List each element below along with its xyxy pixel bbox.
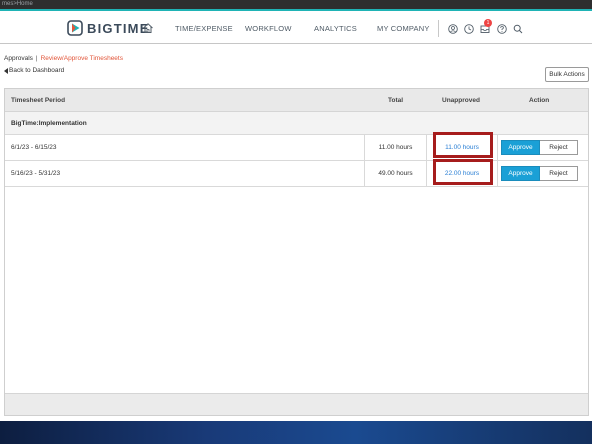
bigtime-logo[interactable]: BIGTIME (67, 20, 150, 36)
column-header-unapproved: Unapproved (442, 97, 480, 104)
nav-time-expense[interactable]: TIME/EXPENSE (175, 24, 233, 33)
table-row: 6/1/23 - 6/15/23 11.00 hours 11.00 hours… (5, 135, 588, 161)
bulk-actions-button[interactable]: Bulk Actions (545, 67, 589, 82)
nav-analytics[interactable]: ANALYTICS (314, 24, 357, 33)
table-footer (5, 393, 588, 415)
total-cell: 49.00 hours (364, 161, 426, 186)
breadcrumb-separator: | (35, 55, 38, 62)
period-cell: 6/1/23 - 6/15/23 (11, 144, 57, 151)
window-title: mes>Home (2, 1, 33, 7)
column-header-period: Timesheet Period (11, 97, 66, 104)
project-group-row: BigTime:Implementation (5, 112, 588, 135)
home-icon[interactable] (142, 22, 154, 34)
column-header-action: Action (529, 97, 550, 104)
reject-button[interactable]: Reject (540, 140, 578, 155)
back-to-dashboard-link[interactable]: Back to Dashboard (4, 67, 64, 74)
breadcrumb: Approvals | Review/Approve Timesheets (4, 55, 123, 62)
table-header: Timesheet Period Total Unapproved Action (5, 89, 588, 112)
user-icon[interactable] (448, 24, 458, 34)
period-cell: 5/16/23 - 5/31/23 (11, 170, 61, 177)
back-arrow-icon (4, 67, 8, 74)
nav-my-company[interactable]: MY COMPANY (377, 24, 430, 33)
total-cell: 11.00 hours (364, 135, 426, 160)
clock-icon[interactable] (464, 24, 474, 34)
unapproved-hours-link[interactable]: 22.00 hours (445, 170, 479, 177)
help-icon[interactable] (497, 24, 507, 34)
browser-top-strip: mes>Home (0, 0, 592, 9)
row-actions: Approve Reject (501, 140, 578, 155)
row-actions: Approve Reject (501, 166, 578, 181)
search-icon[interactable] (513, 24, 523, 34)
unapproved-cell: 22.00 hours (426, 161, 498, 186)
app-header: BIGTIME TIME/EXPENSE WORKFLOW ANALYTICS … (0, 11, 592, 44)
header-divider (438, 20, 439, 37)
unapproved-hours-link[interactable]: 11.00 hours (445, 144, 479, 151)
breadcrumb-approvals[interactable]: Approvals (4, 55, 33, 62)
background-band (0, 421, 592, 444)
approve-button[interactable]: Approve (501, 166, 540, 181)
approve-button[interactable]: Approve (501, 140, 540, 155)
back-link-label: Back to Dashboard (9, 67, 65, 74)
column-header-total: Total (388, 97, 404, 104)
reject-button[interactable]: Reject (540, 166, 578, 181)
notification-badge: 1 (484, 19, 492, 27)
bigtime-logo-icon (67, 20, 83, 36)
unapproved-cell: 11.00 hours (426, 135, 498, 160)
timesheet-table: Timesheet Period Total Unapproved Action… (4, 88, 589, 416)
project-group-label: BigTime:Implementation (11, 120, 87, 127)
table-row: 5/16/23 - 5/31/23 49.00 hours 22.00 hour… (5, 161, 588, 187)
nav-workflow[interactable]: WORKFLOW (245, 24, 292, 33)
logo-wordmark: BIGTIME (87, 20, 150, 36)
breadcrumb-current[interactable]: Review/Approve Timesheets (41, 55, 123, 62)
